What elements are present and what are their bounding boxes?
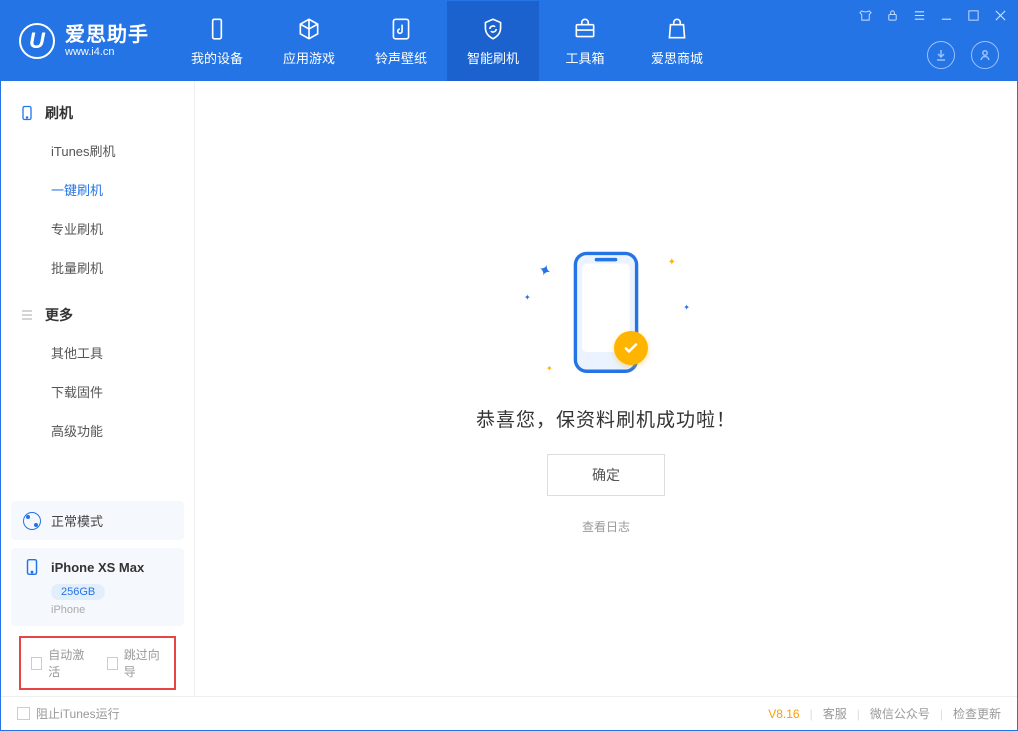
cube-icon (296, 16, 322, 42)
tab-label: 爱思商城 (651, 48, 703, 67)
success-illustration: ✦ ✦ ✦ ✦ ✦ (516, 243, 696, 383)
group-title: 更多 (45, 305, 73, 325)
separator: | (940, 707, 943, 721)
device-card[interactable]: iPhone XS Max 256GB iPhone (11, 548, 184, 626)
checkbox-icon (31, 657, 42, 670)
user-icon[interactable] (971, 41, 999, 69)
phone-icon (23, 558, 41, 576)
device-icon (204, 16, 230, 42)
tab-label: 智能刷机 (467, 48, 519, 67)
tab-my-device[interactable]: 我的设备 (171, 1, 263, 81)
sidebar-item-batch-flash[interactable]: 批量刷机 (1, 248, 194, 287)
logo-icon: U (19, 23, 55, 59)
maximize-button[interactable] (967, 9, 980, 22)
tab-label: 应用游戏 (283, 48, 335, 67)
link-service[interactable]: 客服 (823, 705, 847, 722)
toolbox-icon (572, 16, 598, 42)
lock-icon[interactable] (886, 9, 899, 22)
checkbox-block-itunes[interactable]: 阻止iTunes运行 (17, 705, 120, 722)
check-badge-icon (614, 331, 648, 365)
checkbox-label: 阻止iTunes运行 (36, 705, 120, 722)
footer-right: V8.16 | 客服 | 微信公众号 | 检查更新 (768, 705, 1001, 722)
separator: | (857, 707, 860, 721)
sidebar-group-more: 更多 (1, 297, 194, 333)
separator: | (810, 707, 813, 721)
app-title: 爱思助手 (65, 24, 149, 46)
checkbox-icon (17, 707, 30, 720)
phone-icon (19, 105, 35, 121)
link-wechat[interactable]: 微信公众号 (870, 705, 930, 722)
main-tabs: 我的设备 应用游戏 铃声壁纸 智能刷机 工具箱 爱思商城 (171, 1, 723, 81)
shirt-icon[interactable] (859, 9, 872, 22)
download-icon[interactable] (927, 41, 955, 69)
header: U 爱思助手 www.i4.cn 我的设备 应用游戏 铃声壁纸 智能刷机 (1, 1, 1017, 81)
highlighted-checkboxes: 自动激活 跳过向导 (19, 636, 176, 690)
app-window: U 爱思助手 www.i4.cn 我的设备 应用游戏 铃声壁纸 智能刷机 (0, 0, 1018, 731)
device-name: iPhone XS Max (51, 560, 144, 575)
tab-smart-flash[interactable]: 智能刷机 (447, 1, 539, 81)
group-title: 刷机 (45, 103, 73, 123)
shield-refresh-icon (480, 16, 506, 42)
music-file-icon (388, 16, 414, 42)
sparkle-icon: ✦ (683, 303, 690, 312)
sidebar-group-flash: 刷机 (1, 95, 194, 131)
sidebar-item-pro-flash[interactable]: 专业刷机 (1, 209, 194, 248)
sidebar: 刷机 iTunes刷机 一键刷机 专业刷机 批量刷机 更多 其他工具 下载固件 … (1, 81, 195, 696)
tab-toolbox[interactable]: 工具箱 (539, 1, 631, 81)
header-right-icons (927, 41, 999, 69)
logo-area: U 爱思助手 www.i4.cn (1, 1, 171, 81)
sidebar-item-download-firmware[interactable]: 下载固件 (1, 372, 194, 411)
minimize-button[interactable] (940, 9, 953, 22)
sidebar-item-oneclick-flash[interactable]: 一键刷机 (1, 170, 194, 209)
mode-card[interactable]: 正常模式 (11, 501, 184, 540)
tab-ringtone-wallpaper[interactable]: 铃声壁纸 (355, 1, 447, 81)
checkbox-icon (107, 657, 118, 670)
version-label: V8.16 (768, 707, 799, 721)
mode-icon (23, 512, 41, 530)
tab-label: 我的设备 (191, 48, 243, 67)
sidebar-item-itunes-flash[interactable]: iTunes刷机 (1, 131, 194, 170)
link-update[interactable]: 检查更新 (953, 705, 1001, 722)
checkbox-skip-guide[interactable]: 跳过向导 (107, 646, 165, 680)
sidebar-item-advanced[interactable]: 高级功能 (1, 411, 194, 450)
checkbox-label: 自动激活 (48, 646, 88, 680)
success-message: 恭喜您，保资料刷机成功啦！ (476, 405, 736, 432)
tab-apps-games[interactable]: 应用游戏 (263, 1, 355, 81)
menu-icon[interactable] (913, 9, 926, 22)
tab-label: 铃声壁纸 (375, 48, 427, 67)
ok-button[interactable]: 确定 (547, 454, 665, 496)
checkbox-auto-activate[interactable]: 自动激活 (31, 646, 89, 680)
device-storage: 256GB (51, 584, 105, 600)
sparkle-icon: ✦ (546, 364, 553, 373)
device-type: iPhone (51, 604, 172, 616)
bag-icon (664, 16, 690, 42)
main-content: ✦ ✦ ✦ ✦ ✦ 恭喜您，保资料刷机成功啦！ 确定 查看日志 (195, 81, 1017, 696)
sparkle-icon: ✦ (668, 257, 676, 268)
sparkle-icon: ✦ (524, 293, 531, 302)
tab-store[interactable]: 爱思商城 (631, 1, 723, 81)
close-button[interactable] (994, 9, 1007, 22)
checkbox-label: 跳过向导 (124, 646, 164, 680)
footer: 阻止iTunes运行 V8.16 | 客服 | 微信公众号 | 检查更新 (1, 696, 1017, 730)
sidebar-item-other-tools[interactable]: 其他工具 (1, 333, 194, 372)
sidebar-bottom: 正常模式 iPhone XS Max 256GB iPhone 自动激活 (1, 501, 194, 696)
app-subtitle: www.i4.cn (65, 46, 149, 58)
view-log-link[interactable]: 查看日志 (582, 518, 630, 535)
tab-label: 工具箱 (565, 48, 604, 67)
sparkle-icon: ✦ (535, 259, 554, 282)
body: 刷机 iTunes刷机 一键刷机 专业刷机 批量刷机 更多 其他工具 下载固件 … (1, 81, 1017, 696)
window-controls (859, 9, 1007, 22)
mode-label: 正常模式 (51, 511, 103, 530)
list-icon (19, 307, 35, 323)
